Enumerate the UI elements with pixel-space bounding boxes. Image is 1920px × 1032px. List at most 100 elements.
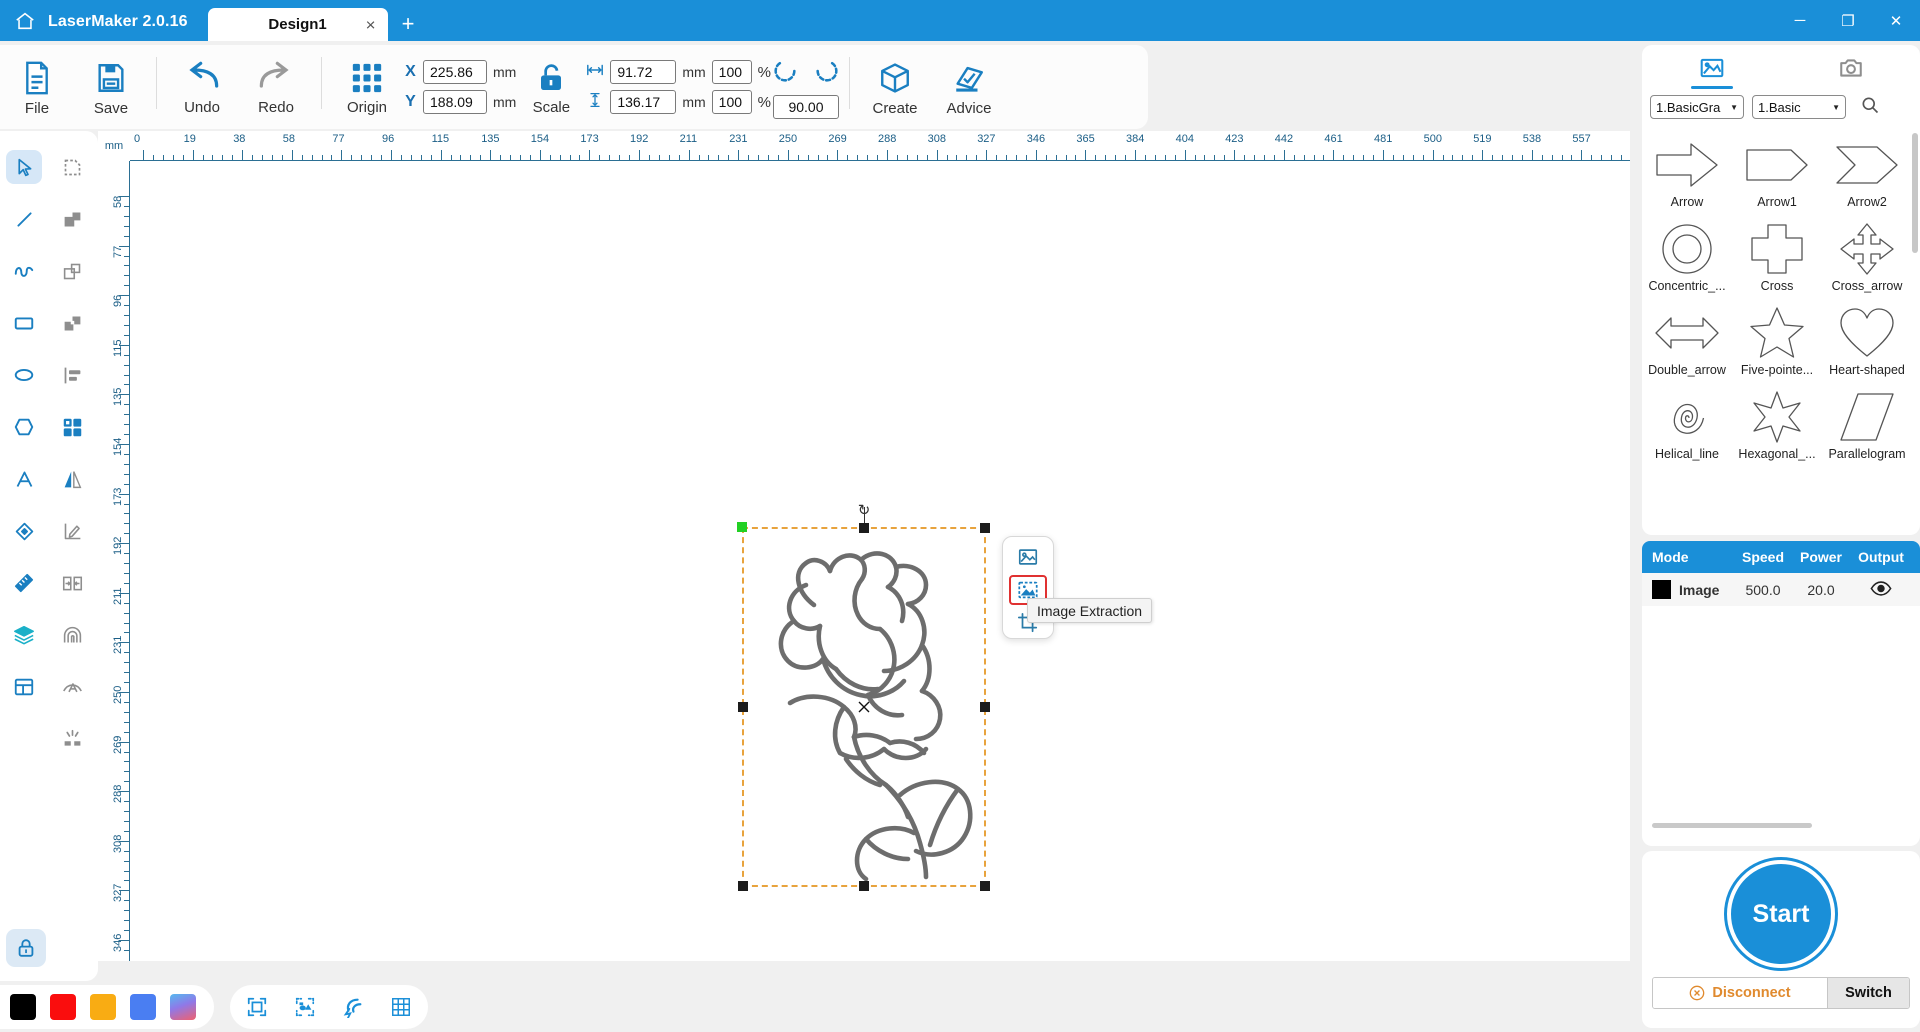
- shape-helical-line[interactable]: Helical_line: [1642, 383, 1732, 467]
- resize-handle-right[interactable]: [980, 702, 990, 712]
- selection-box[interactable]: ↻: [737, 502, 990, 891]
- align-tool[interactable]: [48, 349, 96, 401]
- width-percent-input[interactable]: 100: [711, 60, 752, 84]
- design-canvas[interactable]: ↻ Image Extraction: [130, 161, 1630, 961]
- library-tab[interactable]: [1642, 45, 1781, 91]
- layer-color-swatch[interactable]: [1652, 580, 1671, 599]
- undo-button[interactable]: Undo: [165, 45, 239, 125]
- resize-handle-left[interactable]: [738, 702, 748, 712]
- shape-cross[interactable]: Cross: [1732, 215, 1822, 299]
- rotation-input[interactable]: 90.00: [773, 95, 839, 119]
- curve-tool[interactable]: [0, 245, 48, 297]
- origin-button[interactable]: Origin: [330, 45, 404, 125]
- camera-tab[interactable]: [1781, 45, 1920, 91]
- intersect-tool[interactable]: [48, 297, 96, 349]
- color-blue[interactable]: [130, 993, 156, 1020]
- width-input[interactable]: 91.72: [610, 60, 677, 84]
- shape-heart[interactable]: Heart-shaped: [1822, 299, 1912, 383]
- height-percent-input[interactable]: 100: [711, 90, 752, 114]
- lock-icon[interactable]: [6, 929, 46, 967]
- ruler-tick-label: 96: [382, 133, 395, 145]
- anchor-handle[interactable]: [737, 522, 747, 532]
- ruler-tool[interactable]: [0, 557, 48, 609]
- cut-tool[interactable]: [48, 713, 96, 765]
- eraser-tool[interactable]: [0, 505, 48, 557]
- y-position-input[interactable]: 188.09: [423, 90, 487, 114]
- shape-grid[interactable]: Arrow Arrow1 Arrow2 Concentric_... Cross…: [1642, 131, 1920, 529]
- ellipse-tool[interactable]: [0, 349, 48, 401]
- rotate-right-icon[interactable]: [813, 57, 841, 90]
- shape-arrow1[interactable]: Arrow1: [1732, 131, 1822, 215]
- layer-speed[interactable]: 500.0: [1734, 582, 1792, 598]
- shape-hexagonal-star[interactable]: Hexagonal_...: [1732, 383, 1822, 467]
- color-black[interactable]: [10, 993, 36, 1020]
- shape-double-arrow[interactable]: Double_arrow: [1642, 299, 1732, 383]
- eye-icon[interactable]: [1850, 580, 1912, 599]
- shape-scrollbar[interactable]: [1912, 133, 1918, 253]
- layout-tool[interactable]: [0, 661, 48, 713]
- rotate-handle[interactable]: ↻: [858, 501, 871, 519]
- document-tab[interactable]: Design1 ×: [207, 8, 388, 41]
- resize-handle-top-right[interactable]: [980, 523, 990, 533]
- select-tool[interactable]: [0, 141, 48, 193]
- fit-frame-icon[interactable]: [244, 994, 270, 1020]
- subtract-tool[interactable]: [48, 245, 96, 297]
- array-tool[interactable]: [48, 401, 96, 453]
- save-button[interactable]: Save: [74, 45, 148, 125]
- new-tab-button[interactable]: +: [402, 13, 415, 41]
- shape-cross-arrow[interactable]: Cross_arrow: [1822, 215, 1912, 299]
- mirror-tool[interactable]: [48, 453, 96, 505]
- layer-power[interactable]: 20.0: [1792, 582, 1850, 598]
- select-objects-icon[interactable]: [292, 994, 318, 1020]
- close-icon[interactable]: ×: [366, 16, 376, 33]
- node-edit-tool[interactable]: [48, 141, 96, 193]
- shape-arrow2[interactable]: Arrow2: [1822, 131, 1912, 215]
- image-properties-icon[interactable]: [1009, 542, 1047, 571]
- search-icon[interactable]: [1860, 95, 1880, 120]
- resize-handle-bottom-left[interactable]: [738, 881, 748, 891]
- color-red[interactable]: [50, 993, 76, 1020]
- text-tool[interactable]: [0, 453, 48, 505]
- layers-tool[interactable]: [0, 609, 48, 661]
- offset-tool[interactable]: [48, 609, 96, 661]
- table-row[interactable]: Image 500.0 20.0: [1642, 573, 1920, 606]
- x-position-input[interactable]: 225.86: [423, 60, 487, 84]
- disconnect-button[interactable]: Disconnect: [1653, 978, 1827, 1008]
- switch-button[interactable]: Switch: [1827, 978, 1909, 1008]
- create-button[interactable]: Create: [858, 45, 932, 125]
- redo-button[interactable]: Redo: [239, 45, 313, 125]
- shape-five-pointed-star[interactable]: Five-pointe...: [1732, 299, 1822, 383]
- line-tool[interactable]: [0, 193, 48, 245]
- advice-button[interactable]: Advice: [932, 45, 1006, 125]
- file-button[interactable]: File: [0, 45, 74, 125]
- grid-icon[interactable]: [388, 994, 414, 1020]
- union-tool[interactable]: [48, 193, 96, 245]
- height-input[interactable]: 136.17: [610, 90, 677, 114]
- window-close-button[interactable]: ✕: [1872, 0, 1920, 41]
- shape-concentric[interactable]: Concentric_...: [1642, 215, 1732, 299]
- distribute-tool[interactable]: [48, 557, 96, 609]
- layer-scrollbar[interactable]: [1652, 823, 1812, 828]
- minimize-button[interactable]: ─: [1776, 0, 1824, 41]
- home-icon[interactable]: [10, 0, 40, 41]
- polygon-tool[interactable]: [0, 401, 48, 453]
- shape-arrow[interactable]: Arrow: [1642, 131, 1732, 215]
- subcategory-select[interactable]: 1.Basic ▼: [1752, 95, 1846, 119]
- ruler-tick-label: 77: [112, 245, 124, 258]
- category-select[interactable]: 1.BasicGra ▼: [1650, 95, 1744, 119]
- resize-handle-top[interactable]: [859, 523, 869, 533]
- maximize-button[interactable]: ❐: [1824, 0, 1872, 41]
- resize-handle-bottom[interactable]: [859, 881, 869, 891]
- scale-lock-button[interactable]: Scale: [516, 45, 586, 125]
- color-orange[interactable]: [90, 993, 116, 1020]
- measure-edit-tool[interactable]: [48, 505, 96, 557]
- color-gradient[interactable]: [170, 993, 196, 1020]
- start-button[interactable]: Start: [1727, 860, 1835, 968]
- resize-handle-bottom-right[interactable]: [980, 881, 990, 891]
- magnet-snap-icon[interactable]: [340, 994, 366, 1020]
- curve-text-tool[interactable]: [48, 661, 96, 713]
- shape-parallelogram[interactable]: Parallelogram: [1822, 383, 1912, 467]
- rectangle-tool[interactable]: [0, 297, 48, 349]
- rotate-left-icon[interactable]: [771, 57, 799, 90]
- image-context-menu[interactable]: [1002, 536, 1054, 639]
